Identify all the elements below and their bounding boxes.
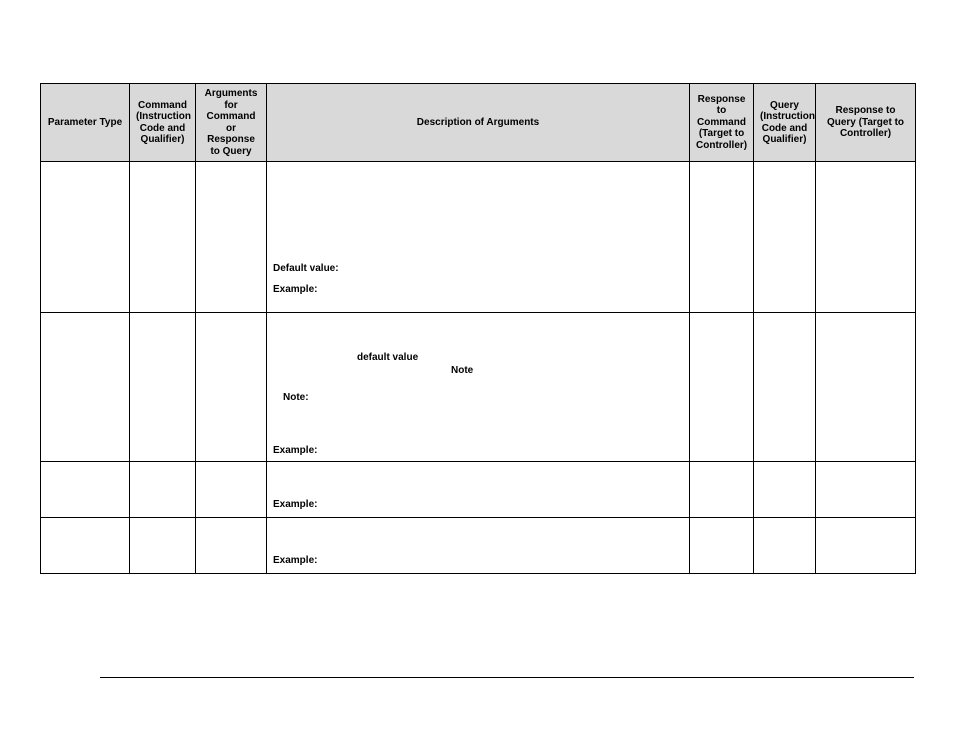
cell — [754, 518, 816, 574]
cell: Example: — [267, 462, 690, 518]
desc-line: Note: — [273, 391, 683, 404]
cell — [816, 518, 916, 574]
cell — [816, 462, 916, 518]
cell — [41, 313, 130, 462]
footer-rule — [100, 677, 914, 678]
desc-line: Example: — [273, 554, 683, 567]
cell — [690, 313, 754, 462]
table-row: default valueNote Note: Example: — [41, 313, 916, 462]
cell — [130, 313, 196, 462]
cell — [690, 518, 754, 574]
cell — [130, 518, 196, 574]
desc-line: default value — [273, 351, 683, 364]
desc-line: Example: — [273, 444, 683, 457]
cell — [754, 162, 816, 313]
command-table: Parameter Type Command (Instruction Code… — [40, 83, 916, 574]
desc-line: Example: — [273, 498, 683, 511]
cell — [816, 313, 916, 462]
cell — [130, 162, 196, 313]
table-row: Default value: Example: — [41, 162, 916, 313]
cell: Example: — [267, 518, 690, 574]
th-command: Command (Instruction Code and Qualifier) — [130, 84, 196, 162]
th-description: Description of Arguments — [267, 84, 690, 162]
cell — [130, 462, 196, 518]
th-query: Query (Instruction Code and Qualifier) — [754, 84, 816, 162]
th-response-query: Response to Query (Target to Controller) — [816, 84, 916, 162]
desc-line: Example: — [273, 283, 683, 296]
cell — [754, 313, 816, 462]
table-row: Example: — [41, 518, 916, 574]
cell: Default value: Example: — [267, 162, 690, 313]
cell — [41, 462, 130, 518]
cell: default valueNote Note: Example: — [267, 313, 690, 462]
th-arguments: Arguments for Command or Response to Que… — [196, 84, 267, 162]
desc-line: Note — [273, 364, 683, 377]
cell — [41, 518, 130, 574]
cell — [690, 462, 754, 518]
table-row: Example: — [41, 462, 916, 518]
cell — [196, 313, 267, 462]
cell — [816, 162, 916, 313]
cell — [41, 162, 130, 313]
desc-line: Default value: — [273, 262, 683, 275]
cell — [754, 462, 816, 518]
th-response-command: Response to Command (Target to Controlle… — [690, 84, 754, 162]
cell — [196, 462, 267, 518]
cell — [196, 518, 267, 574]
cell — [196, 162, 267, 313]
cell — [690, 162, 754, 313]
th-parameter-type: Parameter Type — [41, 84, 130, 162]
